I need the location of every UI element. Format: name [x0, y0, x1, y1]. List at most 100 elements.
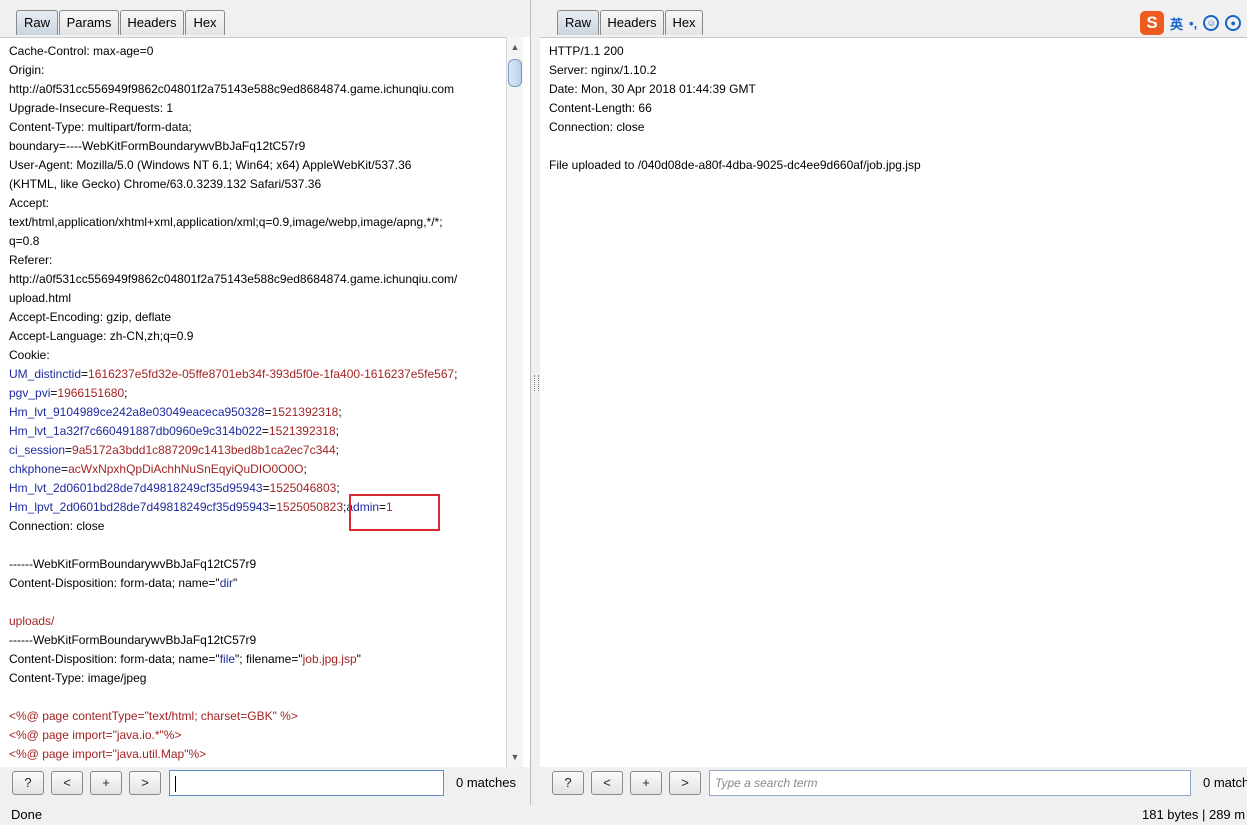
request-editor[interactable]: Cache-Control: max-age=0 Origin: http://a0… [0, 37, 506, 768]
text-line: Connection: close [549, 118, 921, 137]
smiley-icon[interactable]: ☺ [1203, 15, 1220, 31]
text-line: Content-Length: 66 [549, 99, 921, 118]
request-scrollbar[interactable]: ▲ ▼ [506, 37, 523, 767]
text-segment: text/html,application/xhtml+xml,applicat… [9, 215, 443, 229]
response-size: 181 bytes | 289 m [1142, 807, 1246, 822]
text-segment: <%@ page import="java.util.Map"%> [9, 747, 207, 761]
text-segment: <%@ page contentType="text/html; charset… [9, 709, 298, 723]
text-segment: ------WebKitFormBoundarywvBbJaFq12tC57r9 [9, 633, 257, 647]
status-text: Done [11, 807, 43, 822]
text-line: Hm_lvt_1a32f7c660491887db0960e9c314b022=… [9, 422, 458, 441]
text-segment: Accept-Language: zh-CN,zh;q=0.9 [9, 329, 194, 343]
text-line: ------WebKitFormBoundarywvBbJaFq12tC57r9 [9, 631, 458, 650]
text-segment: Accept-Encoding: gzip, deflate [9, 310, 172, 324]
scroll-up-icon[interactable]: ▲ [507, 39, 523, 55]
text-segment: ; [335, 424, 339, 438]
text-caret [175, 775, 176, 792]
text-segment: Content-Type: image/jpeg [9, 671, 147, 685]
response-searchbar: ? < + > Type a search term 0 match [540, 767, 1247, 805]
text-line: Accept-Language: zh-CN,zh;q=0.9 [9, 327, 458, 346]
text-segment: Hm_lpvt_2d0601bd28de7d49818249cf35d95943 [9, 500, 270, 514]
match-count: 0 matches [456, 775, 516, 790]
text-segment: dir [219, 576, 234, 590]
text-segment: Cache-Control: max-age=0 [9, 44, 154, 58]
text-line: Accept: [9, 194, 458, 213]
text-line: Hm_lvt_9104989ce242a8e03049eaceca950328=… [9, 403, 458, 422]
search-input[interactable] [169, 770, 444, 796]
help-button[interactable]: ? [552, 771, 584, 795]
divider-grip-icon[interactable] [534, 375, 539, 391]
tab-hex[interactable]: Hex [185, 10, 225, 35]
text-segment: Content-Disposition: form-data; name=" [9, 576, 220, 590]
text-line: Origin: [9, 61, 458, 80]
highlight-annotation [349, 494, 440, 531]
text-segment: Origin: [9, 63, 45, 77]
text-segment: http://a0f531cc556949f9862c04801f2a75143… [9, 82, 455, 96]
ime-language-toggle[interactable]: 英 [1170, 14, 1183, 33]
search-input[interactable]: Type a search term [709, 770, 1191, 796]
text-segment: acWxNpxhQpDiAchhNuSnEqyiQuDIO0O0O [68, 462, 304, 476]
text-line: (KHTML, like Gecko) Chrome/63.0.3239.132… [9, 175, 458, 194]
text-segment: Date: Mon, 30 Apr 2018 01:44:39 GMT [549, 82, 756, 96]
text-line: q=0.8 [9, 232, 458, 251]
text-segment: ; [335, 443, 339, 457]
text-line: text/html,application/xhtml+xml,applicat… [9, 213, 458, 232]
text-line: Content-Disposition: form-data; name="di… [9, 574, 458, 593]
mic-icon[interactable]: ● [1225, 15, 1242, 31]
tab-params[interactable]: Params [59, 10, 119, 35]
text-segment: Referer: [9, 253, 53, 267]
text-segment: User-Agent: Mozilla/5.0 (Windows NT 6.1;… [9, 158, 412, 172]
text-segment: Upgrade-Insecure-Requests: 1 [9, 101, 174, 115]
next-match-button[interactable]: > [669, 771, 701, 795]
next-match-button[interactable]: > [129, 771, 161, 795]
prev-match-button[interactable]: < [591, 771, 623, 795]
ime-toolbar[interactable]: S 英 •, ☺ ● [1140, 10, 1242, 36]
text-segment: Content-Type: multipart/form-data; [9, 120, 192, 134]
text-segment: 1616237e5fd32e-05ffe8701eb34f-393d5f0e-1… [88, 367, 455, 381]
text-segment: 1525046803 [269, 481, 337, 495]
add-button[interactable]: + [630, 771, 662, 795]
text-segment: = [261, 424, 269, 438]
text-line: <%@ page import="java.util.Map"%> [9, 745, 458, 764]
text-line: Date: Mon, 30 Apr 2018 01:44:39 GMT [549, 80, 921, 99]
tab-headers[interactable]: Headers [120, 10, 184, 35]
text-line: File uploaded to /040d08de-a80f-4dba-902… [549, 156, 921, 175]
text-segment: Content-Length: 66 [549, 101, 652, 115]
text-line: UM_distinctid=1616237e5fd32e-05ffe8701eb… [9, 365, 458, 384]
help-button[interactable]: ? [12, 771, 44, 795]
text-segment: = [264, 405, 272, 419]
text-line: uploads/ [9, 612, 458, 631]
tab-hex[interactable]: Hex [665, 10, 703, 35]
text-segment: ; [124, 386, 128, 400]
add-button[interactable]: + [90, 771, 122, 795]
text-line: upload.html [9, 289, 458, 308]
ime-punctuation-toggle[interactable]: •, [1189, 16, 1197, 31]
text-line [9, 688, 458, 707]
text-segment: q=0.8 [9, 234, 40, 248]
text-segment: <%@ page import="java.io.*"%> [9, 728, 182, 742]
tab-raw[interactable]: Raw [16, 10, 58, 35]
text-segment: 1521392318 [268, 424, 336, 438]
sogou-logo-icon[interactable]: S [1140, 11, 1164, 35]
scroll-thumb[interactable] [508, 59, 522, 87]
text-line: Upgrade-Insecure-Requests: 1 [9, 99, 458, 118]
text-line: User-Agent: Mozilla/5.0 (Windows NT 6.1;… [9, 156, 458, 175]
text-segment: ; [303, 462, 307, 476]
response-editor[interactable]: HTTP/1.1 200 Server: nginx/1.10.2 Date: Mo… [540, 37, 1247, 768]
tab-raw[interactable]: Raw [557, 10, 599, 35]
text-segment: "; filename=" [235, 652, 303, 666]
request-text: Cache-Control: max-age=0 Origin: http://a0… [9, 42, 458, 764]
tab-headers[interactable]: Headers [600, 10, 664, 35]
text-line: http://a0f531cc556949f9862c04801f2a75143… [9, 270, 458, 289]
text-line: Content-Type: image/jpeg [9, 669, 458, 688]
text-segment: Connection: close [9, 519, 105, 533]
text-line [549, 137, 921, 156]
prev-match-button[interactable]: < [51, 771, 83, 795]
text-line: Referer: [9, 251, 458, 270]
text-segment: ci_session [9, 443, 66, 457]
scroll-down-icon[interactable]: ▼ [507, 749, 523, 765]
text-segment: " [356, 652, 361, 666]
text-segment: (KHTML, like Gecko) Chrome/63.0.3239.132… [9, 177, 322, 191]
text-segment: uploads/ [9, 614, 55, 628]
text-segment: 1521392318 [271, 405, 339, 419]
